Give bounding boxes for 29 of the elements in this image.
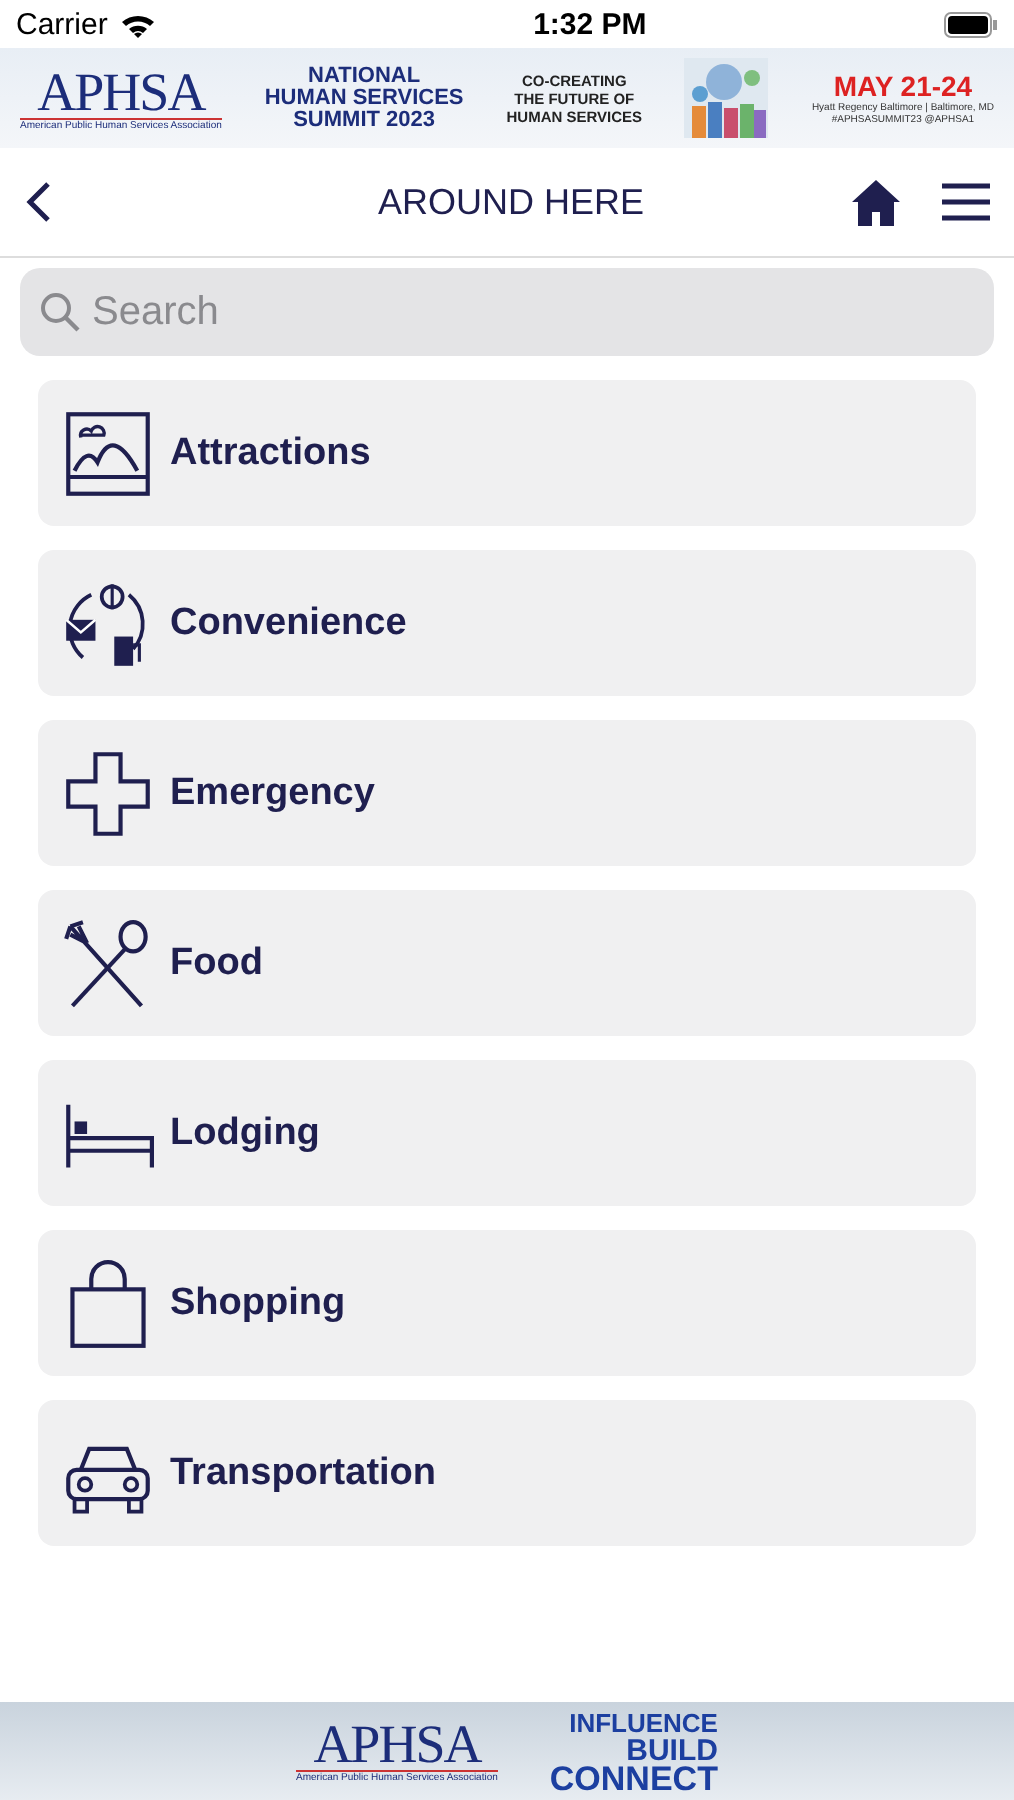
slogan-text: CONNECT [549,1765,718,1793]
summit-title: HUMAN SERVICES [264,87,464,109]
home-icon[interactable] [850,178,902,226]
logo: APHSA [37,65,205,117]
menu-icon[interactable] [942,182,990,222]
slogan-text: INFLUENCE [569,1709,718,1737]
category-item[interactable]: Transportation [38,1400,976,1546]
back-button[interactable] [24,180,52,224]
carrier: Carrier [16,7,108,41]
summit-title: NATIONAL [308,65,421,87]
emergency-icon [62,747,154,839]
category-item[interactable]: Convenience [38,550,976,696]
summit-title: SUMMIT 2023 [293,109,436,131]
wifi-icon [119,11,156,37]
event-dates: MAY 21-24 [833,70,973,102]
search-field[interactable]: Search [20,268,994,356]
category-item[interactable]: Shopping [38,1230,976,1376]
search-icon [40,292,80,332]
battery-icon [943,11,998,37]
category-item[interactable]: Lodging [38,1060,976,1206]
category-item[interactable]: Food [38,890,976,1036]
attractions-icon [62,407,154,499]
category-item[interactable]: Attractions [38,380,976,526]
clock: 1:32 PM [533,7,647,41]
food-icon [62,917,154,1009]
page-title: AROUND HERE [375,181,646,223]
slogan-text: BUILD [626,1737,718,1765]
logo: APHSA [313,1718,481,1770]
category-item[interactable]: Emergency [38,720,976,866]
